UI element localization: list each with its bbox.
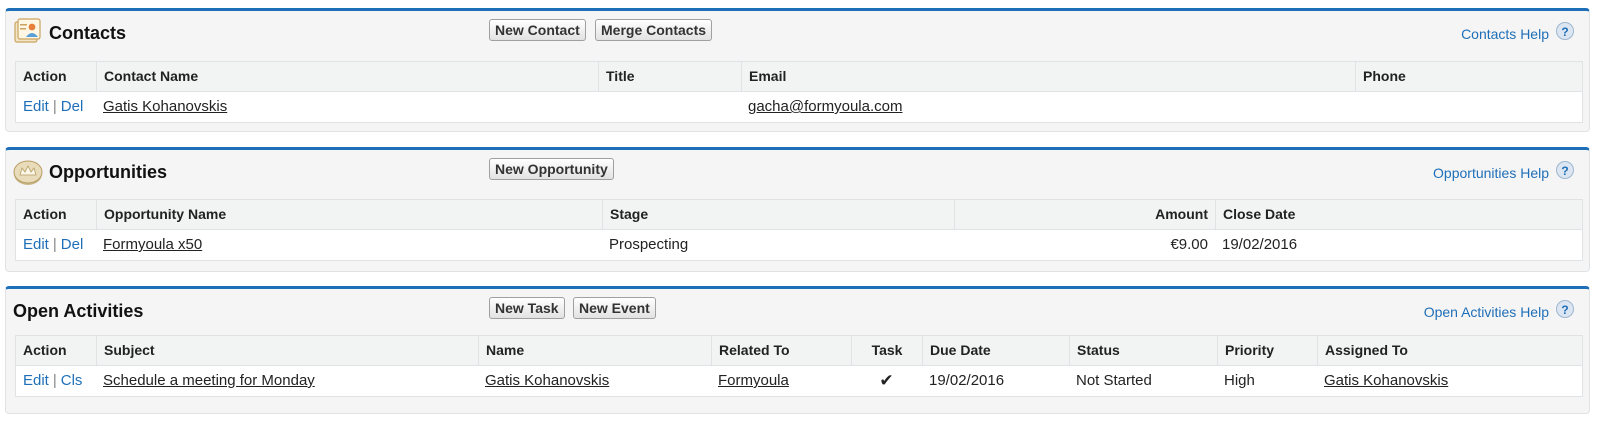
opportunities-related-list: Opportunities New Opportunity Opportunit… [5, 147, 1590, 272]
table-row: Edit | Del Gatis Kohanovskis gacha@formyou… [16, 92, 1582, 122]
close-link[interactable]: Cls [61, 372, 83, 389]
delete-link[interactable]: Del [61, 236, 84, 253]
table-row: Edit | Del Formyoula x50 Prospecting €9.00… [16, 230, 1582, 260]
contact-name-link[interactable]: Gatis Kohanovskis [103, 98, 227, 115]
open-activities-title: Open Activities [13, 301, 144, 321]
contact-phone-cell [1355, 92, 1582, 122]
column-header-action[interactable]: Action [16, 62, 96, 91]
row-actions: Edit | Cls [16, 366, 96, 396]
column-header-task[interactable]: Task [851, 336, 922, 365]
column-header-subject[interactable]: Subject [96, 336, 478, 365]
open-activities-table: Action Subject Name Related To Task Due … [15, 335, 1583, 397]
help-question-icon[interactable]: ? [1556, 22, 1574, 40]
activity-related-to-link[interactable]: Formyoula [718, 372, 789, 389]
contacts-related-list: Contacts New Contact Merge Contacts Cont… [5, 8, 1590, 132]
column-header-title[interactable]: Title [598, 62, 741, 91]
checkmark-icon: ✔ [879, 371, 894, 390]
column-header-close-date[interactable]: Close Date [1215, 200, 1582, 229]
column-header-amount[interactable]: Amount [954, 200, 1215, 229]
contact-title-cell [598, 92, 741, 122]
help-question-icon[interactable]: ? [1556, 300, 1574, 318]
column-header-name[interactable]: Name [478, 336, 711, 365]
table-header-row: Action Opportunity Name Stage Amount Clo… [16, 200, 1582, 230]
table-header-row: Action Contact Name Title Email Phone [16, 62, 1582, 92]
activity-assigned-to-cell: Gatis Kohanovskis [1317, 366, 1582, 396]
activity-subject-cell: Schedule a meeting for Monday [96, 366, 478, 396]
table-header-row: Action Subject Name Related To Task Due … [16, 336, 1582, 366]
activity-related-to-cell: Formyoula [711, 366, 851, 396]
action-separator: | [52, 372, 57, 389]
column-header-email[interactable]: Email [741, 62, 1355, 91]
activity-priority-cell: High [1224, 372, 1255, 389]
delete-link[interactable]: Del [61, 98, 84, 115]
opportunities-title: Opportunities [49, 162, 167, 182]
activity-name-cell: Gatis Kohanovskis [478, 366, 711, 396]
opportunity-amount-cell: €9.00 [1170, 236, 1208, 253]
contact-name-cell: Gatis Kohanovskis [96, 92, 598, 122]
column-header-due-date[interactable]: Due Date [922, 336, 1069, 365]
column-header-opportunity-name[interactable]: Opportunity Name [96, 200, 602, 229]
column-header-action[interactable]: Action [16, 200, 96, 229]
opportunity-close-date-cell: 19/02/2016 [1222, 236, 1298, 253]
column-header-phone[interactable]: Phone [1355, 62, 1582, 91]
column-header-contact-name[interactable]: Contact Name [96, 62, 598, 91]
contact-email-cell: gacha@formyoula.com [741, 92, 1355, 122]
merge-contacts-button[interactable]: Merge Contacts [595, 19, 713, 41]
activity-subject-link[interactable]: Schedule a meeting for Monday [103, 372, 315, 389]
contacts-title: Contacts [49, 23, 127, 43]
column-header-related-to[interactable]: Related To [711, 336, 851, 365]
contact-card-icon [12, 17, 42, 47]
opportunities-header: Opportunities New Opportunity Opportunit… [6, 150, 1589, 200]
column-header-stage[interactable]: Stage [602, 200, 954, 229]
opportunity-stage-cell: Prospecting [609, 236, 689, 253]
open-activities-header: Open Activities New Task New Event Open … [6, 289, 1589, 339]
column-header-assigned-to[interactable]: Assigned To [1317, 336, 1582, 365]
opportunities-table: Action Opportunity Name Stage Amount Clo… [15, 199, 1583, 261]
opportunity-name-link[interactable]: Formyoula x50 [103, 236, 202, 253]
column-header-action[interactable]: Action [16, 336, 96, 365]
activity-due-date-cell: 19/02/2016 [929, 372, 1005, 389]
edit-link[interactable]: Edit [23, 236, 49, 253]
activity-name-link[interactable]: Gatis Kohanovskis [485, 372, 609, 389]
open-activities-related-list: Open Activities New Task New Event Open … [5, 286, 1590, 414]
edit-link[interactable]: Edit [23, 98, 49, 115]
new-contact-button[interactable]: New Contact [489, 19, 586, 41]
action-separator: | [52, 236, 57, 253]
contacts-table: Action Contact Name Title Email Phone Ed… [15, 61, 1583, 123]
column-header-priority[interactable]: Priority [1217, 336, 1317, 365]
activity-task-cell: ✔ [851, 366, 922, 396]
table-row: Edit | Cls Schedule a meeting for Monday G… [16, 366, 1582, 396]
contacts-help-link[interactable]: Contacts Help [1461, 26, 1549, 42]
new-event-button[interactable]: New Event [573, 297, 656, 319]
row-actions: Edit | Del [16, 92, 96, 122]
new-opportunity-button[interactable]: New Opportunity [489, 158, 614, 180]
help-question-icon[interactable]: ? [1556, 161, 1574, 179]
open-activities-help-link[interactable]: Open Activities Help [1424, 304, 1549, 320]
crown-coin-icon [12, 156, 43, 186]
activity-status-cell: Not Started [1076, 372, 1152, 389]
edit-link[interactable]: Edit [23, 372, 49, 389]
contacts-header: Contacts New Contact Merge Contacts Cont… [6, 11, 1589, 61]
opportunity-name-cell: Formyoula x50 [96, 230, 602, 260]
activity-assigned-to-link[interactable]: Gatis Kohanovskis [1324, 372, 1448, 389]
opportunities-help-link[interactable]: Opportunities Help [1433, 165, 1549, 181]
action-separator: | [52, 98, 57, 115]
new-task-button[interactable]: New Task [489, 297, 565, 319]
contact-email-link[interactable]: gacha@formyoula.com [748, 98, 902, 115]
row-actions: Edit | Del [16, 230, 96, 260]
column-header-status[interactable]: Status [1069, 336, 1217, 365]
